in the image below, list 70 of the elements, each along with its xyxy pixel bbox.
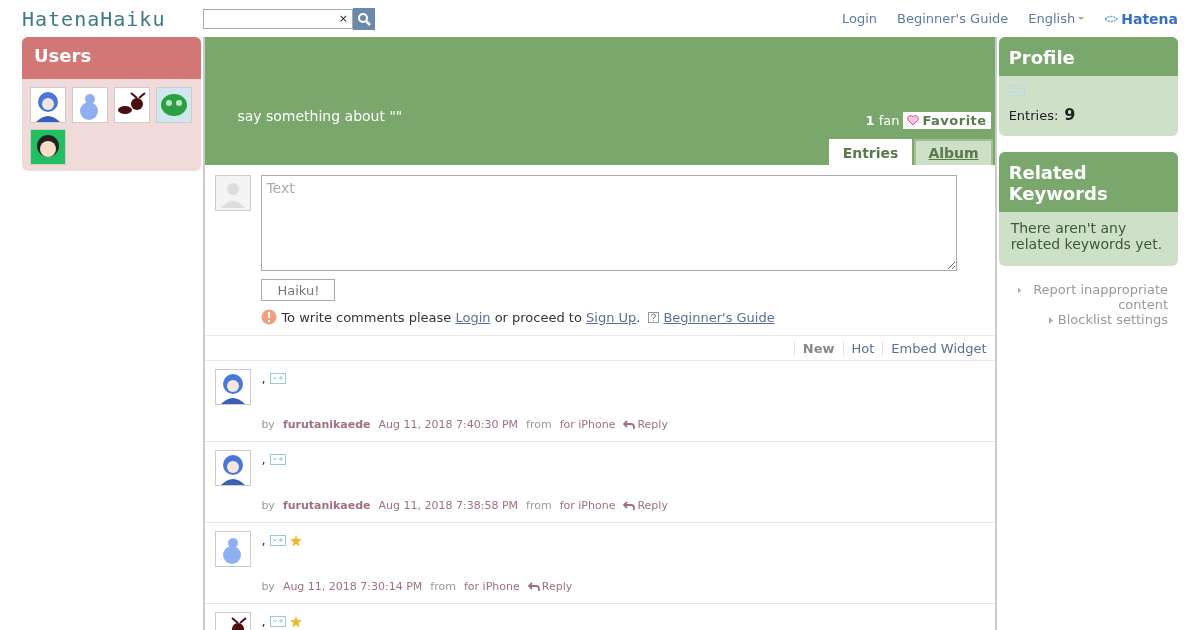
text-field[interactable]: Text	[261, 175, 957, 271]
login-notice: To write comments please Login or proceed to Sign Up.	[281, 309, 641, 325]
by-label: by	[261, 418, 275, 431]
favorite-button[interactable]: Favorite	[903, 112, 991, 129]
source-link[interactable]: for iPhone	[463, 580, 520, 593]
entry-text: ,	[261, 371, 266, 386]
from-label: from	[430, 580, 456, 593]
user-avatar	[215, 369, 252, 405]
entries-count: 9	[1064, 105, 1076, 124]
fan-count: 1	[865, 113, 875, 128]
nav-link[interactable]: Login	[841, 11, 877, 26]
guide-link[interactable]: Beginner's Guide	[663, 309, 775, 325]
reply-link[interactable]: Reply	[623, 499, 668, 512]
tab[interactable]: Entries	[828, 139, 913, 165]
source-link[interactable]: for iPhone	[559, 418, 616, 431]
brand-logo[interactable]: Hatena	[1104, 10, 1178, 27]
search-icon	[357, 11, 371, 26]
reply-link[interactable]: Reply	[623, 418, 668, 431]
sort-tab[interactable]: Hot	[842, 340, 883, 356]
author-link[interactable]: furutanikaede	[282, 418, 371, 431]
from-label: from	[526, 418, 552, 431]
entry-time[interactable]: Aug 11, 2018 7:30:14 PM	[282, 580, 423, 593]
entry-time[interactable]: Aug 11, 2018 7:40:30 PM	[378, 418, 519, 431]
sort-tab[interactable]: New	[793, 340, 843, 356]
bullet-icon	[1018, 287, 1021, 294]
image-icon	[1008, 85, 1025, 96]
entry-text: ,	[261, 533, 266, 548]
nav-link[interactable]: Beginner's Guide	[897, 11, 1009, 26]
heart-icon	[907, 115, 920, 126]
from-label: from	[526, 499, 552, 512]
language-menu[interactable]: English	[1028, 11, 1085, 26]
user-avatar[interactable]	[30, 129, 66, 165]
reply-icon	[623, 419, 636, 430]
clear-icon[interactable]: ×	[338, 12, 348, 25]
search-field[interactable]: ×	[203, 8, 353, 29]
keyword-prompt: say something about ""	[237, 108, 403, 124]
user-avatar[interactable]	[114, 87, 150, 123]
user-avatar	[215, 450, 252, 486]
reply-icon	[623, 500, 636, 511]
panel-title: Users	[22, 37, 202, 79]
author-link[interactable]: furutanikaede	[282, 499, 371, 512]
user-avatar	[215, 531, 252, 567]
source-link[interactable]: for iPhone	[559, 499, 616, 512]
caret-icon	[1078, 17, 1085, 20]
side-link[interactable]: Report inappropriate content	[1026, 282, 1168, 312]
user-avatar	[215, 175, 252, 211]
entry-text: ,	[261, 452, 266, 467]
haiku-button[interactable]: Haiku!	[261, 279, 336, 301]
cloud-icon	[1104, 13, 1119, 24]
entries-label: Entries:	[1008, 108, 1059, 123]
empty-message: There aren't any related keywords yet.	[1009, 219, 1164, 254]
search-button[interactable]	[353, 7, 375, 30]
warning-icon	[261, 309, 278, 325]
panel-title: Profile	[998, 37, 1178, 76]
panel-title: Related Keywords	[998, 152, 1178, 212]
by-label: by	[261, 580, 275, 593]
sort-tab[interactable]: Embed Widget	[882, 340, 995, 356]
bullet-icon	[1048, 317, 1053, 324]
notice-link[interactable]: Login	[455, 309, 491, 325]
reply-link[interactable]: Reply	[527, 580, 573, 593]
entry-time[interactable]: Aug 11, 2018 7:38:58 PM	[378, 499, 519, 512]
entry-text: ,	[261, 614, 266, 629]
logo[interactable]: HatenaHaiku	[22, 6, 203, 31]
help-icon	[648, 311, 660, 323]
user-avatar[interactable]	[30, 87, 66, 123]
tab[interactable]: Album	[914, 139, 993, 165]
by-label: by	[261, 499, 275, 512]
side-link[interactable]: Blocklist settings	[1057, 312, 1168, 327]
fan-label: fan	[878, 113, 900, 128]
reply-icon	[527, 581, 540, 592]
